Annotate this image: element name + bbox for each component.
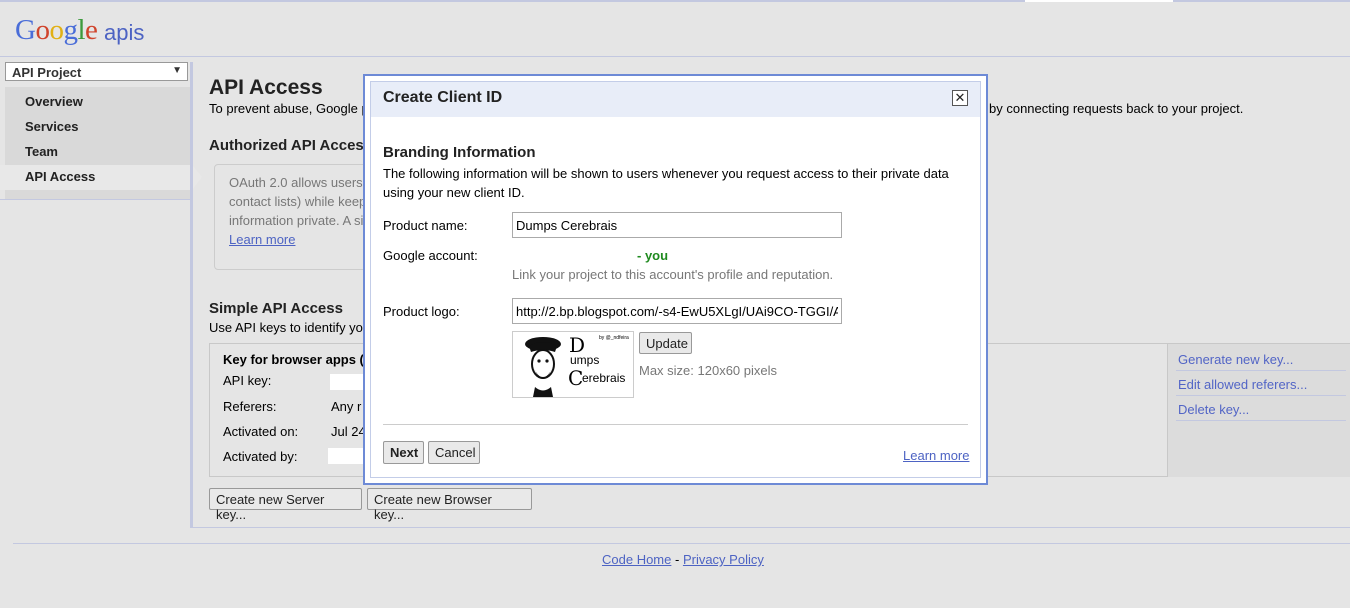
activated-on-value: Jul 24	[331, 424, 366, 439]
api-key-label: API key:	[223, 373, 272, 388]
logo-word-umps: umps	[570, 353, 600, 367]
oauth-text-line: contact lists) while keep	[229, 194, 367, 209]
create-browser-key-button[interactable]: Create new Browser key...	[367, 488, 532, 522]
product-name-label: Product name:	[383, 218, 468, 233]
product-logo-url-input[interactable]	[512, 298, 842, 324]
cancel-button[interactable]: Cancel	[428, 441, 480, 464]
google-logo[interactable]: Google	[15, 14, 98, 47]
next-button[interactable]: Next	[383, 441, 424, 464]
footer: Code Home - Privacy Policy	[602, 552, 764, 567]
simple-access-intro: Use API keys to identify yo	[209, 320, 363, 335]
google-account-value: - you	[637, 248, 669, 263]
branding-description: The following information will be shown …	[383, 166, 949, 200]
activated-by-value	[328, 448, 368, 464]
dialog-title: Create Client ID	[383, 89, 503, 106]
update-logo-button[interactable]: Update	[639, 332, 692, 354]
project-select-label: API Project	[12, 65, 82, 80]
edit-referers-link[interactable]: Edit allowed referers...	[1178, 377, 1307, 392]
browser-key-title: Key for browser apps (	[223, 352, 364, 367]
logo-size-note: Max size: 120x60 pixels	[639, 363, 778, 378]
action-divider	[1176, 395, 1346, 396]
oauth-text-line: OAuth 2.0 allows users	[229, 175, 363, 190]
action-divider	[1176, 370, 1346, 371]
activated-by-label: Activated by:	[223, 449, 298, 464]
referers-label: Referers:	[223, 399, 277, 414]
apis-wordmark[interactable]: apis	[104, 20, 144, 46]
generate-key-link[interactable]: Generate new key...	[1178, 352, 1293, 367]
oauth-learn-more-link[interactable]: Learn more	[229, 232, 295, 247]
action-divider	[1176, 420, 1346, 421]
top-search-strip	[1025, 0, 1173, 2]
sidebar-item-services[interactable]: Services	[25, 119, 79, 134]
code-home-link[interactable]: Code Home	[602, 552, 671, 567]
referers-value: Any r	[331, 399, 362, 414]
footer-divider	[13, 543, 1350, 544]
sidebar-item-api-access[interactable]: API Access	[25, 169, 95, 184]
create-server-key-button[interactable]: Create new Server key...	[209, 488, 362, 522]
branding-heading: Branding Information	[383, 144, 536, 161]
dialog-divider	[383, 424, 968, 425]
page-title: API Access	[209, 76, 323, 99]
logo-word-erebrais: erebrais	[582, 371, 626, 385]
google-account-label: Google account:	[383, 248, 478, 263]
authorized-access-heading: Authorized API Access	[209, 137, 373, 154]
footer-separator: -	[671, 552, 683, 567]
sidebar-divider	[0, 199, 190, 200]
project-select[interactable]: API Project ▼	[5, 62, 188, 81]
product-name-input[interactable]	[512, 212, 842, 238]
dialog-learn-more-link[interactable]: Learn more	[903, 448, 969, 463]
close-icon[interactable]: ✕	[952, 90, 968, 106]
oauth-text-line: information private. A si	[229, 213, 364, 228]
google-account-note: Link your project to this account's prof…	[512, 267, 834, 282]
product-logo-label: Product logo:	[383, 304, 460, 319]
simple-access-heading: Simple API Access	[209, 300, 343, 317]
sidebar-item-team[interactable]: Team	[25, 144, 58, 159]
privacy-policy-link[interactable]: Privacy Policy	[683, 552, 764, 567]
sidebar-item-overview[interactable]: Overview	[25, 94, 83, 109]
logo-byline: by @_ndfeira	[599, 335, 629, 341]
dropdown-arrow-icon: ▼	[172, 65, 182, 76]
key-actions: Generate new key... Edit allowed referer…	[1167, 344, 1350, 477]
page-intro-tail: by connecting requests back to your proj…	[989, 101, 1244, 116]
oauth-info-box: OAuth 2.0 allows users contact lists) wh…	[214, 164, 376, 270]
delete-key-link[interactable]: Delete key...	[1178, 402, 1249, 417]
header-divider	[0, 56, 1350, 57]
activated-on-label: Activated on:	[223, 424, 299, 439]
page-intro: To prevent abuse, Google p	[209, 101, 369, 116]
product-logo-preview: D umps C erebrais by @_ndfeira	[512, 331, 634, 398]
